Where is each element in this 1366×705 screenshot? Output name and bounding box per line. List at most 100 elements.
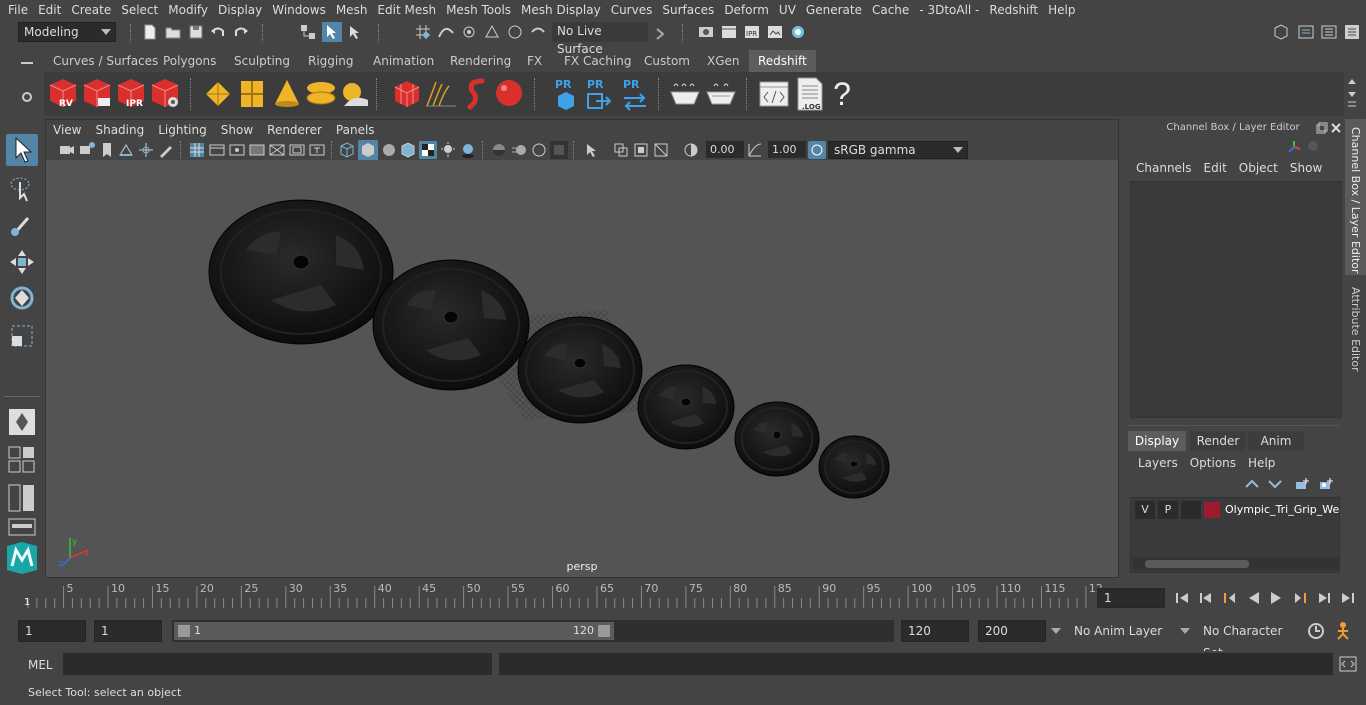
channel-box-icon[interactable] (1343, 23, 1361, 41)
vp-menu-lighting[interactable]: Lighting (151, 120, 214, 140)
redshift-material-ball-icon[interactable] (494, 77, 526, 111)
gamma-field[interactable]: 1.00 (768, 141, 806, 158)
chevron-down-icon[interactable] (1179, 626, 1191, 636)
redshift-batch-render-icon[interactable] (80, 76, 114, 110)
weight-plate-5[interactable] (734, 401, 820, 477)
close-icon[interactable] (1330, 122, 1342, 134)
move-layer-down-icon[interactable] (1267, 477, 1283, 491)
bookmark-icon[interactable] (98, 141, 116, 159)
layer-row[interactable]: V P Olympic_Tri_Grip_Weig (1133, 501, 1339, 519)
select-object-icon[interactable] (322, 22, 342, 42)
redshift-ipr-icon[interactable]: IPR (114, 76, 148, 110)
rotate-tool-button[interactable] (6, 282, 38, 314)
move-tool-button[interactable] (6, 246, 38, 278)
gamma-icon[interactable] (746, 141, 764, 159)
manipulator-axis-icon[interactable] (1286, 139, 1302, 155)
move-layer-up-icon[interactable] (1244, 477, 1260, 491)
step-back-frame-icon[interactable] (1222, 590, 1238, 606)
tab-redshift[interactable]: Redshift (749, 50, 816, 72)
modeling-toolkit-icon[interactable] (1272, 23, 1290, 41)
redshift-help-icon[interactable]: ? (832, 74, 852, 114)
resolution-gate-icon[interactable] (228, 141, 246, 159)
redshift-script-icon[interactable] (758, 78, 790, 110)
vp-menu-shading[interactable]: Shading (88, 120, 151, 140)
tab-fx[interactable]: FX (518, 50, 551, 72)
2d-pan-zoom-icon[interactable] (137, 141, 155, 159)
xray-components-icon[interactable] (652, 141, 670, 159)
shadows-icon[interactable] (459, 141, 477, 159)
chevron-down-icon[interactable] (1050, 626, 1062, 636)
layers-menu[interactable]: Layers (1132, 456, 1184, 470)
scrollbar-thumb[interactable] (1145, 560, 1249, 568)
script-language-toggle[interactable]: MEL (18, 654, 58, 676)
chevron-right-icon[interactable] (655, 25, 665, 43)
go-to-end-icon[interactable] (1340, 590, 1356, 606)
select-hierarchy-icon[interactable] (299, 23, 317, 41)
channels-menu[interactable]: Channels (1130, 161, 1198, 175)
redshift-pr-import-icon[interactable]: PR (584, 76, 614, 112)
anti-aliasing-icon[interactable] (530, 141, 548, 159)
layout-two-panes-button[interactable] (8, 484, 36, 512)
vp-menu-panels[interactable]: Panels (329, 120, 382, 140)
safe-title-icon[interactable] (308, 141, 326, 159)
image-plane-icon[interactable] (117, 141, 135, 159)
float-panel-icon[interactable] (1316, 122, 1328, 134)
color-management-icon[interactable] (808, 141, 826, 159)
ambient-occlusion-icon[interactable] (490, 141, 508, 159)
attribute-editor-icon[interactable] (1297, 23, 1315, 41)
wireframe-on-shaded-icon[interactable] (399, 141, 417, 159)
menu-cache[interactable]: Cache (867, 0, 914, 20)
script-editor-icon[interactable] (1339, 656, 1357, 672)
animation-preferences-icon[interactable] (1334, 621, 1356, 641)
exposure-icon[interactable] (682, 141, 700, 159)
open-scene-icon[interactable] (164, 23, 182, 41)
snap-grid-icon[interactable] (414, 23, 432, 41)
redshift-pr-convert-icon[interactable]: PR (620, 76, 650, 112)
anim-layer-dropdown[interactable]: No Anim Layer (1068, 620, 1170, 642)
menu-surfaces[interactable]: Surfaces (657, 0, 719, 20)
divider[interactable] (1128, 425, 1340, 429)
auto-key-icon[interactable] (1306, 621, 1326, 641)
object-menu[interactable]: Object (1233, 161, 1284, 175)
menu-curves[interactable]: Curves (606, 0, 658, 20)
tab-xgen[interactable]: XGen (698, 50, 749, 72)
gate-mask-icon[interactable] (248, 141, 266, 159)
select-component-icon[interactable] (346, 23, 364, 41)
colorspace-dropdown[interactable]: sRGB gamma (828, 141, 968, 159)
layer-visibility-toggle[interactable]: V (1135, 501, 1155, 519)
redshift-volume-icon[interactable] (462, 77, 494, 111)
menu-create[interactable]: Create (66, 0, 116, 20)
redshift-ies-light-icon[interactable] (304, 78, 338, 110)
safe-action-icon[interactable] (288, 141, 306, 159)
film-gate-icon[interactable] (208, 141, 226, 159)
snap-point-icon[interactable] (460, 23, 478, 41)
snap-live-icon[interactable] (506, 23, 524, 41)
layer-color-swatch[interactable] (1204, 502, 1220, 518)
use-all-lights-icon[interactable] (439, 141, 457, 159)
tab-fx-caching[interactable]: FX Caching (555, 50, 640, 72)
channel-list[interactable] (1130, 181, 1342, 418)
menu-modify[interactable]: Modify (163, 0, 213, 20)
shelf-menu-icon[interactable] (21, 62, 33, 64)
tab-rendering[interactable]: Rendering (441, 50, 520, 72)
redo-icon[interactable] (232, 23, 250, 41)
redshift-light-icon[interactable] (202, 78, 234, 110)
tab-render[interactable]: Render (1190, 431, 1246, 451)
camera-attributes-icon[interactable] (78, 141, 96, 159)
redshift-settings-icon[interactable] (148, 76, 182, 110)
redshift-render-view-icon[interactable]: RV (46, 76, 80, 110)
new-layer-selected-icon[interactable] (1318, 477, 1334, 491)
tab-attribute-editor[interactable]: Attribute Editor (1345, 279, 1366, 373)
redshift-sun-sky-icon[interactable] (338, 78, 372, 110)
menu-deform[interactable]: Deform (719, 0, 774, 20)
weight-plate-6[interactable] (818, 435, 890, 499)
menu-edit-mesh[interactable]: Edit Mesh (372, 0, 441, 20)
render-view-icon[interactable] (766, 23, 784, 41)
range-end-handle[interactable] (598, 625, 610, 637)
paint-select-tool-button[interactable] (6, 208, 38, 240)
go-to-start-icon[interactable] (1174, 590, 1190, 606)
tab-anim[interactable]: Anim (1248, 431, 1304, 451)
weight-plate-2[interactable] (372, 259, 530, 391)
tool-settings-icon[interactable] (1320, 23, 1338, 41)
redshift-hair-icon[interactable] (424, 78, 458, 110)
